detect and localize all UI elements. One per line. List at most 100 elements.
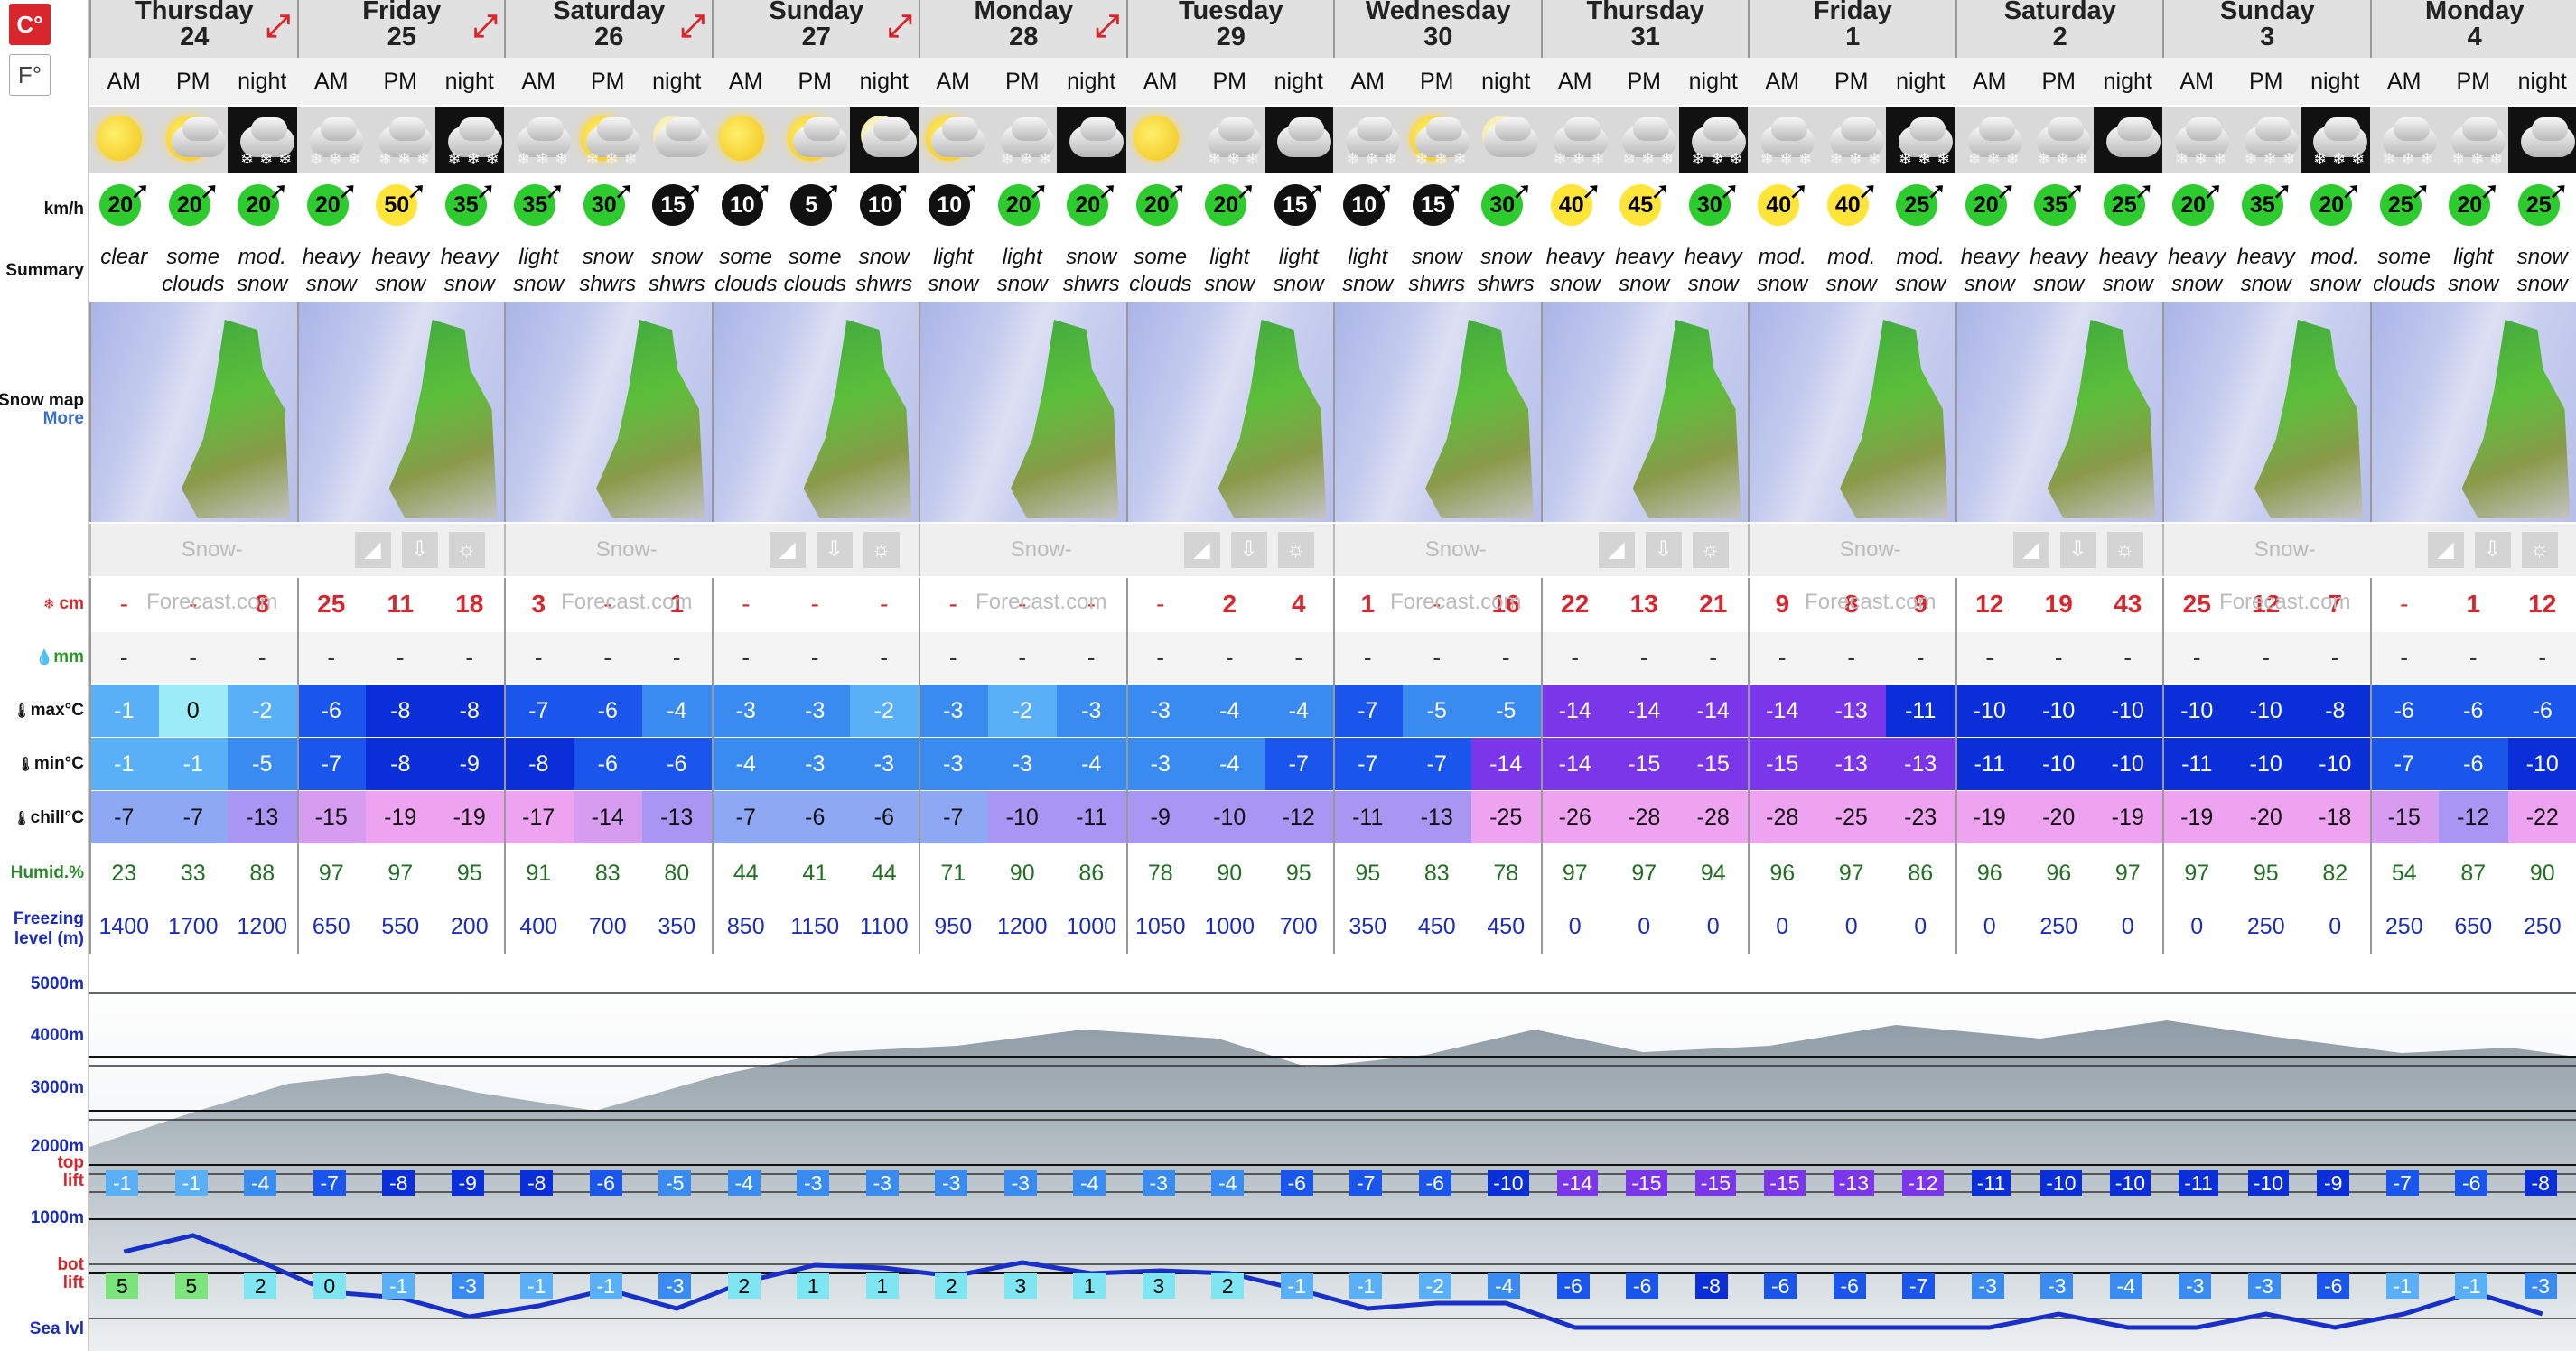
snow-map-thumbnail[interactable] xyxy=(89,302,297,522)
snow-map-thumbnail[interactable] xyxy=(1955,302,2162,522)
wind-map-icon[interactable]: ◢ xyxy=(1598,532,1635,568)
land-mass xyxy=(1011,320,1119,518)
sun-map-icon[interactable]: ☼ xyxy=(2106,532,2143,568)
wind-map-icon[interactable]: ◢ xyxy=(769,532,806,568)
bottom-lift-temp: 2 xyxy=(935,1273,968,1299)
freezing-level: 1400 xyxy=(98,914,150,939)
summary-line: light xyxy=(518,245,559,269)
snow-map-thumbnail[interactable] xyxy=(296,302,504,522)
day-header[interactable]: Sunday 27 ⤢ xyxy=(711,0,919,58)
humidity: 86 xyxy=(1078,861,1105,886)
freezing-level: 1000 xyxy=(1066,914,1117,939)
min-temp: -10 xyxy=(2093,738,2162,790)
snow-map-thumbnail[interactable] xyxy=(711,302,919,522)
snow-map-thumbnail[interactable] xyxy=(919,302,1126,522)
row-labels-column: C° F° km/h Summary Snow map More ❄ cm 💧m… xyxy=(0,0,89,1351)
rain-map-icon[interactable]: ⇩ xyxy=(2059,532,2096,568)
celsius-toggle[interactable]: C° xyxy=(9,4,51,45)
rain-map-icon[interactable]: ⇩ xyxy=(816,532,853,568)
snow-amount: - xyxy=(810,590,819,618)
max-temp: -6 xyxy=(573,685,642,737)
weather-summary: light snow xyxy=(1333,240,1403,300)
expand-day-icon[interactable]: ⤢ xyxy=(266,11,290,42)
day-header[interactable]: Tuesday 29 xyxy=(1125,0,1334,58)
max-temp: -3 xyxy=(711,685,780,737)
wind-map-icon[interactable]: ◢ xyxy=(2427,532,2464,568)
land-mass xyxy=(182,320,290,518)
wind-chill: -25 xyxy=(1471,791,1541,843)
humidity: 88 xyxy=(249,861,275,886)
wind-speed: 20 ➚ xyxy=(297,175,367,238)
top-lift-temp: -11 xyxy=(1971,1170,2011,1196)
sun-icon xyxy=(89,107,159,173)
bottom-lift-temp: -6 xyxy=(1626,1273,1659,1299)
bottom-lift-temp: 1 xyxy=(797,1273,830,1299)
expand-day-icon[interactable]: ⤢ xyxy=(888,11,912,42)
bottom-lift-temp: 0 xyxy=(313,1273,346,1299)
day-header[interactable]: Saturday 2 xyxy=(1955,0,2163,58)
wind-chill: -19 xyxy=(434,791,504,843)
min-temp: -7 xyxy=(2369,738,2439,790)
snowmap-more-link[interactable]: More xyxy=(43,410,84,428)
expand-day-icon[interactable]: ⤢ xyxy=(473,11,498,42)
day-header[interactable]: Friday 25 ⤢ xyxy=(296,0,505,58)
weather-summary: some clouds xyxy=(159,240,229,300)
max-temp: -2 xyxy=(849,685,919,737)
snow-map-thumbnail[interactable] xyxy=(1540,302,1748,522)
bottom-lift-temp: -6 xyxy=(1764,1273,1797,1299)
weather-summary: light snow xyxy=(504,240,574,300)
sun-map-icon[interactable]: ☼ xyxy=(448,532,485,568)
sun-map-icon[interactable]: ☼ xyxy=(1692,532,1729,568)
weather-summary: light snow xyxy=(1265,240,1334,300)
wind-chill: -28 xyxy=(1748,791,1817,843)
min-temp: -8 xyxy=(366,738,435,790)
top-lift-temp: -10 xyxy=(2247,1170,2289,1196)
freezing-level: 350 xyxy=(1349,914,1387,939)
summary-line: snow xyxy=(928,272,979,296)
snow-map-thumbnail[interactable] xyxy=(2369,302,2576,522)
sun-map-icon[interactable]: ☼ xyxy=(1277,532,1314,568)
wind-map-icon[interactable]: ◢ xyxy=(2012,532,2049,568)
day-header[interactable]: Saturday 26 ⤢ xyxy=(504,0,713,58)
sun-map-icon[interactable]: ☼ xyxy=(863,532,900,568)
weather-summary: heavy snow xyxy=(297,240,367,300)
day-header[interactable]: Friday 1 xyxy=(1748,0,1956,58)
day-header[interactable]: Wednesday 30 xyxy=(1333,0,1542,58)
sea-level-label: Sea lvl xyxy=(29,1319,84,1338)
rain-map-icon[interactable]: ⇩ xyxy=(1230,532,1267,568)
max-temp: -6 xyxy=(2369,685,2439,737)
day-header[interactable]: Sunday 3 xyxy=(2162,0,2371,58)
wind-chill: -28 xyxy=(1678,791,1748,843)
top-lift-temp: -15 xyxy=(1694,1170,1736,1196)
rain-map-icon[interactable]: ⇩ xyxy=(1645,532,1682,568)
snow-map-thumbnail[interactable] xyxy=(504,302,712,522)
period-label: night xyxy=(1886,58,1955,105)
rain-map-icon[interactable]: ⇩ xyxy=(2474,532,2511,568)
wind-chill: -15 xyxy=(2369,791,2439,843)
wind-chill: -11 xyxy=(1057,791,1126,843)
summary-line: heavy xyxy=(1545,245,1604,269)
expand-day-icon[interactable]: ⤢ xyxy=(1095,11,1119,42)
snow-map-thumbnail[interactable] xyxy=(1333,302,1541,522)
day-header[interactable]: Monday 4 xyxy=(2369,0,2576,58)
snow-forecast-logo: ◢ ⇩ ☼ xyxy=(2369,524,2576,576)
snow-map-thumbnail[interactable] xyxy=(1125,302,1333,522)
summary-line: snow xyxy=(1342,272,1394,296)
weather-summary: mod. snow xyxy=(1886,240,1955,300)
rain-amount: - xyxy=(1955,632,2024,683)
snow-map-thumbnail[interactable] xyxy=(1748,302,1955,522)
day-header[interactable]: Thursday 24 ⤢ xyxy=(89,0,298,58)
period-label: PM xyxy=(2231,58,2301,105)
day-header[interactable]: Monday 28 ⤢ xyxy=(919,0,1127,58)
sun-map-icon[interactable]: ☼ xyxy=(2521,532,2558,568)
expand-day-icon[interactable]: ⤢ xyxy=(680,11,705,42)
wind-map-icon[interactable]: ◢ xyxy=(354,532,391,568)
day-name: Saturday xyxy=(2003,0,2116,25)
fahrenheit-toggle[interactable]: F° xyxy=(9,54,51,96)
rain-map-icon[interactable]: ⇩ xyxy=(401,532,438,568)
snow-map-thumbnail[interactable] xyxy=(2162,302,2370,522)
wind-map-icon[interactable]: ◢ xyxy=(1183,532,1220,568)
snowflake-icon: ❄ xyxy=(42,597,60,612)
land-mass xyxy=(803,320,912,518)
day-header[interactable]: Thursday 31 xyxy=(1540,0,1749,58)
